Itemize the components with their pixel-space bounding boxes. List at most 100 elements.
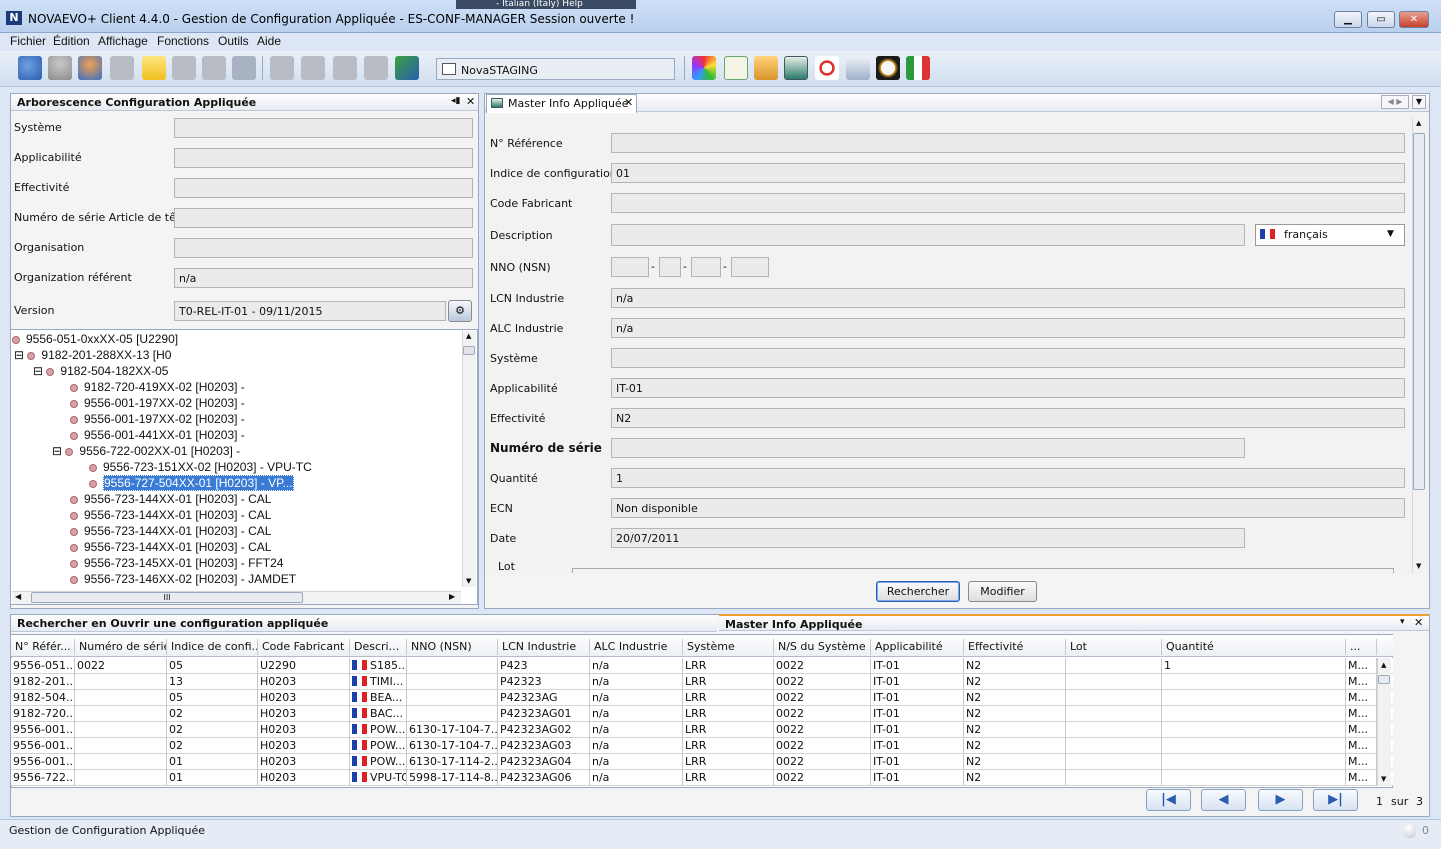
maximize-button[interactable]: ▭ [1367, 11, 1395, 28]
scroll-down-icon[interactable]: ▼ [1416, 562, 1421, 570]
reference-field[interactable] [611, 133, 1405, 153]
menu-edition[interactable]: Édition [53, 34, 90, 48]
tree-node[interactable]: 9556-723-144XX-01 [H0203] - CAL [70, 508, 271, 522]
tree-node[interactable]: 9556-723-151XX-02 [H0203] - VPU-TC [89, 460, 312, 474]
column-header[interactable]: Applicabilité [873, 639, 964, 655]
nsn-part4-field[interactable] [731, 257, 769, 277]
tab-close-icon[interactable]: ✕ [624, 96, 633, 109]
tree-node[interactable]: 9556-723-144XX-01 [H0203] - CAL [70, 524, 271, 538]
panel-menu-icon[interactable]: ▾ [1400, 617, 1405, 627]
systeme-field[interactable] [174, 118, 473, 138]
version-settings-icon[interactable]: ⚙ [448, 300, 472, 322]
tree-node[interactable]: ⊟ 9556-722-002XX-01 [H0203] - [52, 444, 240, 458]
column-header[interactable]: ALC Industrie [592, 639, 683, 655]
paste-icon[interactable] [333, 56, 357, 80]
date-field[interactable]: 20/07/2011 [611, 528, 1245, 548]
disabled-tool-icon[interactable] [110, 56, 134, 80]
menu-aide[interactable]: Aide [257, 34, 281, 48]
version-field[interactable]: T0-REL-IT-01 - 09/11/2015 [174, 301, 446, 321]
scroll-down-icon[interactable]: ▼ [1381, 775, 1386, 783]
close-window-button[interactable]: ✕ [1399, 11, 1429, 28]
applicabilite-field[interactable] [174, 148, 473, 168]
tree-hscroll-thumb[interactable]: III [31, 592, 303, 603]
last-page-button[interactable]: ▶| [1313, 789, 1358, 811]
column-header[interactable]: Descri... [352, 639, 407, 655]
scroll-up-icon[interactable]: ▲ [1416, 119, 1421, 127]
tree-node[interactable]: 9556-001-197XX-02 [H0203] - [70, 396, 245, 410]
tab-list-icon[interactable]: ▼ [1412, 95, 1426, 109]
replace-icon[interactable] [395, 56, 419, 80]
tree-node[interactable]: 9556-051-0xxXX-05 [U2290] [12, 332, 178, 346]
lcn-field[interactable]: n/a [611, 288, 1405, 308]
tree-node[interactable]: 9182-720-419XX-02 [H0203] - [70, 380, 245, 394]
nsn-part1-field[interactable] [611, 257, 649, 277]
nsn-part2-field[interactable] [659, 257, 681, 277]
chevron-down-icon[interactable]: ▼ [1387, 229, 1394, 239]
column-header[interactable]: Code Fabricant [260, 639, 350, 655]
cut-icon[interactable] [270, 56, 294, 80]
column-header[interactable]: Lot [1068, 639, 1162, 655]
config-index-field[interactable]: 01 [611, 163, 1405, 183]
package-icon[interactable] [754, 56, 778, 80]
scroll-up-icon[interactable]: ▲ [466, 332, 471, 340]
column-header[interactable]: Quantité [1164, 639, 1346, 655]
close-panel-icon[interactable]: ✕ [466, 95, 475, 108]
column-header[interactable]: N° Référ... [13, 639, 75, 655]
users-search-icon[interactable] [18, 56, 42, 80]
manufacturer-field[interactable] [611, 193, 1405, 213]
column-header[interactable]: Indice de confi... [169, 639, 258, 655]
menu-fichier[interactable]: Fichier [10, 34, 46, 48]
copy-icon[interactable] [301, 56, 325, 80]
tree-node[interactable]: 9556-723-144XX-01 [H0203] - CAL [70, 540, 271, 554]
tree-node[interactable]: 9556-001-441XX-01 [H0203] - [70, 428, 245, 442]
tree-node[interactable]: ⊟ 9182-504-182XX-05 [33, 364, 168, 378]
table-vscroll-thumb[interactable] [1378, 675, 1390, 684]
modify-button[interactable]: Modifier [968, 581, 1037, 602]
lightbulb-icon[interactable] [1404, 822, 1416, 838]
organisation-field[interactable] [174, 238, 473, 258]
menu-fonctions[interactable]: Fonctions [157, 34, 209, 48]
close-bottom-panel-icon[interactable]: ✕ [1414, 616, 1423, 629]
tree-vscroll-thumb[interactable] [463, 346, 475, 355]
applicabilite-right-field[interactable]: IT-01 [611, 378, 1405, 398]
cube-icon[interactable] [692, 56, 716, 80]
alc-field[interactable]: n/a [611, 318, 1405, 338]
serial-head-field[interactable] [174, 208, 473, 228]
effectivite-right-field[interactable]: N2 [611, 408, 1405, 428]
next-page-button[interactable]: ▶ [1258, 789, 1303, 811]
systeme-right-field[interactable] [611, 348, 1405, 368]
tree-node[interactable]: 9556-723-145XX-01 [H0203] - FFT24 [70, 556, 283, 570]
menu-affichage[interactable]: Affichage [98, 34, 148, 48]
menu-outils[interactable]: Outils [218, 34, 249, 48]
nsn-part3-field[interactable] [691, 257, 721, 277]
column-header[interactable]: NNO (NSN) [409, 639, 498, 655]
form-vscroll-thumb[interactable] [1413, 133, 1425, 490]
language-select[interactable]: français [1255, 224, 1405, 246]
user-group-icon[interactable] [78, 56, 102, 80]
search-button[interactable]: Rechercher [876, 581, 960, 602]
tab-scroll-icon[interactable]: ◀ ▶ [1381, 95, 1409, 109]
minimize-button[interactable]: ▁ [1334, 11, 1362, 28]
previous-page-button[interactable]: ◀ [1201, 789, 1246, 811]
tree-node[interactable]: 9556-723-146XX-02 [H0203] - JAMDET [70, 572, 296, 586]
tree-node[interactable]: ⊟ 9182-201-288XX-13 [H0 [14, 348, 171, 362]
column-header[interactable]: Effectivité [966, 639, 1066, 655]
scroll-up-icon[interactable]: ▲ [1381, 661, 1386, 669]
chart-icon[interactable] [784, 56, 808, 80]
effectivite-field[interactable] [174, 178, 473, 198]
print-preview-icon[interactable] [172, 56, 196, 80]
column-header[interactable]: N/S du Système [776, 639, 871, 655]
save-icon[interactable] [232, 56, 256, 80]
scroll-right-icon[interactable]: ▶ [449, 592, 455, 601]
green-document-icon[interactable] [724, 56, 748, 80]
org-ref-field[interactable]: n/a [174, 268, 473, 288]
structure-icon[interactable] [815, 56, 839, 80]
user-icon[interactable] [48, 56, 72, 80]
column-header[interactable]: Système [685, 639, 774, 655]
ecn-field[interactable]: Non disponible [611, 498, 1405, 518]
tree-vscrollbar[interactable] [462, 331, 476, 587]
scroll-down-icon[interactable]: ▼ [466, 577, 471, 585]
first-page-button[interactable]: |◀ [1146, 789, 1191, 811]
tree-node[interactable]: 9556-001-197XX-02 [H0203] - [70, 412, 245, 426]
clock-warning-icon[interactable] [876, 56, 900, 80]
